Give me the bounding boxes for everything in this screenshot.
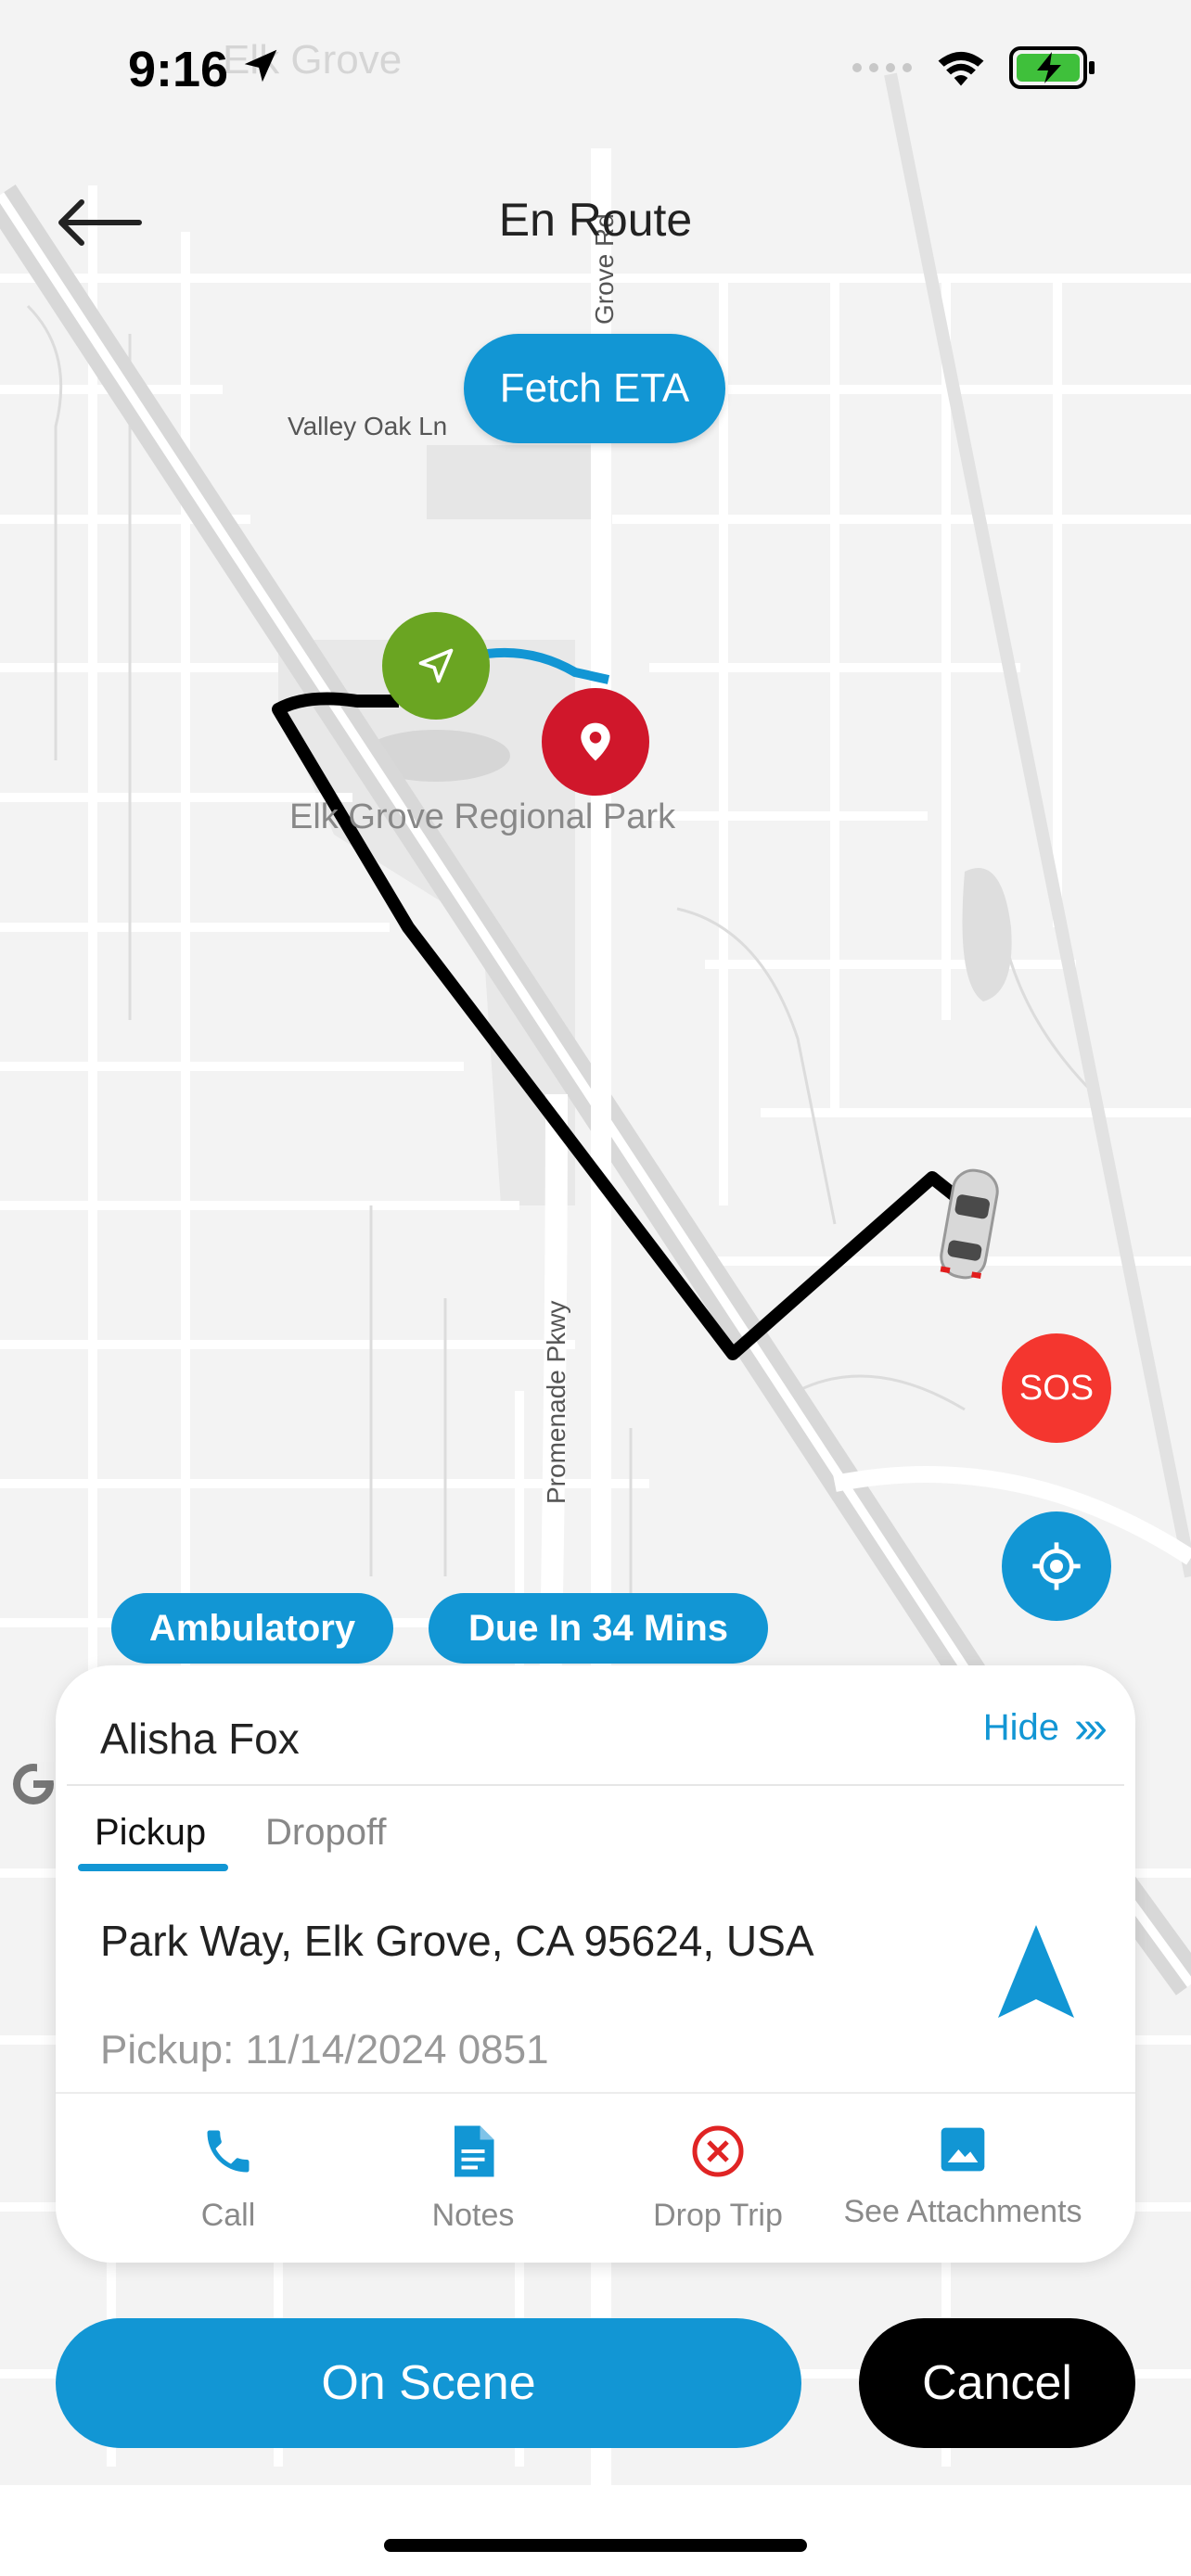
hide-button[interactable]: Hide ›››: [982, 1702, 1108, 1753]
location-arrow-icon: [244, 49, 277, 83]
battery-charging-icon: [1009, 46, 1095, 89]
pickup-marker[interactable]: [382, 612, 490, 720]
recenter-button[interactable]: [1002, 1511, 1111, 1621]
park-label: Elk Grove Regional Park: [289, 797, 676, 836]
wifi-icon: [938, 51, 984, 86]
google-logo-icon: [13, 1762, 56, 1804]
pickup-address: Park Way, Elk Grove, CA 95624, USA: [100, 1917, 814, 1965]
tab-dropoff[interactable]: Dropoff: [265, 1812, 386, 1854]
page-title: En Route: [498, 194, 693, 246]
notes-action[interactable]: Notes: [352, 2123, 594, 2234]
phone-icon: [207, 2130, 250, 2173]
drop-trip-icon: [692, 2125, 744, 2177]
pickup-time: Pickup: 11/14/2024 0851: [100, 2027, 549, 2072]
home-indicator[interactable]: [384, 2539, 807, 2552]
street-label-promenade: Promenade Pkwy: [542, 1300, 570, 1504]
drop-trip-action[interactable]: Drop Trip: [597, 2123, 839, 2234]
passenger-name: Alisha Fox: [100, 1715, 300, 1763]
navigation-arrow-icon: [418, 648, 454, 683]
trip-card: Alisha Fox Hide ››› Pickup Dropoff Park …: [56, 1665, 1135, 2263]
sos-button[interactable]: SOS: [1002, 1333, 1111, 1443]
attachments-action[interactable]: See Attachments: [842, 2123, 1083, 2230]
divider: [56, 2092, 1135, 2094]
mobility-badge: Ambulatory: [111, 1593, 393, 1664]
cancel-button[interactable]: Cancel: [859, 2318, 1135, 2448]
notes-label: Notes: [431, 2198, 515, 2233]
call-action[interactable]: Call: [108, 2123, 349, 2234]
street-label-valley-oak: Valley Oak Ln: [288, 412, 448, 440]
dropoff-marker[interactable]: [542, 688, 649, 796]
on-scene-button[interactable]: On Scene: [56, 2318, 801, 2448]
attachments-label: See Attachments: [843, 2194, 1082, 2229]
call-label: Call: [200, 2198, 256, 2233]
signal-dots-icon: [852, 63, 912, 72]
navigate-arrow-icon[interactable]: [994, 1921, 1078, 2023]
active-tab-indicator: [78, 1864, 228, 1871]
bottom-safe-area: [0, 2485, 1191, 2576]
drop-trip-label: Drop Trip: [653, 2198, 783, 2233]
hide-label: Hide: [982, 1707, 1060, 1748]
tab-pickup[interactable]: Pickup: [95, 1812, 206, 1854]
divider: [67, 1784, 1124, 1786]
map-pin-icon: [581, 722, 610, 761]
fetch-eta-button[interactable]: Fetch ETA: [464, 334, 725, 443]
notes-icon: [455, 2125, 494, 2177]
status-time: 9:16: [128, 42, 229, 97]
chevron-right-icon: ›››: [1074, 1703, 1108, 1753]
crosshair-icon: [1032, 1542, 1081, 1590]
image-icon: [941, 2127, 985, 2172]
due-time-badge: Due In 34 Mins: [429, 1593, 768, 1664]
status-icons: [852, 46, 1098, 89]
